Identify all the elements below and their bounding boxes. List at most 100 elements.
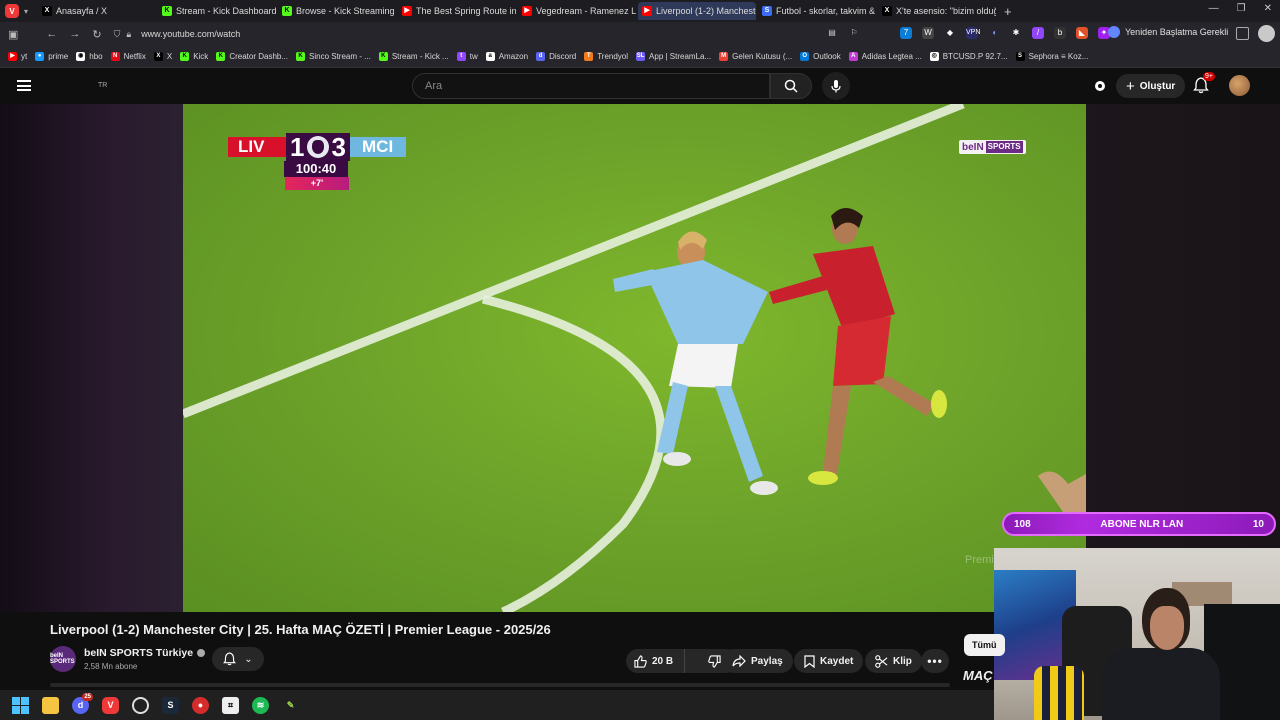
bookmark-item[interactable]: M Gelen Kutusu (... [719, 52, 792, 61]
close-icon[interactable]: ✕ [1264, 3, 1272, 14]
tab-youtube-vegedream[interactable]: ▶ Vegedream - Ramenez La C [518, 2, 636, 20]
clip-button[interactable]: Klip [865, 649, 922, 673]
search-input[interactable] [413, 74, 769, 98]
bookmark-item[interactable]: K Creator Dashb... [216, 52, 288, 61]
more-actions-button[interactable]: ••• [921, 649, 949, 673]
extensions-grid-icon[interactable] [1236, 27, 1249, 40]
scissors-icon [875, 654, 888, 668]
tab-label: Anasayfa / X [56, 6, 108, 16]
discord-taskbar-icon[interactable]: d 25 [72, 692, 93, 714]
bookmark-favicon-icon: X [153, 52, 163, 61]
bookmark-item[interactable]: ◎ BTCUSD.P 92.7... [929, 52, 1008, 61]
chip-all[interactable]: Tümü [964, 634, 1005, 656]
windows-taskbar: d 25 V S ● ⌗ ≋ ✎ [0, 690, 994, 720]
fox-extension-icon[interactable]: ◣ [1076, 27, 1088, 39]
bookmark-item[interactable]: ● prime [35, 52, 68, 61]
reload-icon[interactable]: ↻ [92, 28, 101, 41]
extension-gear-icon[interactable] [1092, 78, 1108, 99]
channel-avatar[interactable]: beIN SPORTS [50, 646, 76, 672]
sub-goal-current: 108 [1014, 518, 1031, 530]
minimize-icon[interactable]: — [1209, 3, 1219, 14]
hamburger-menu-icon[interactable] [17, 80, 31, 91]
match-clock: 100:40 [284, 161, 348, 177]
like-button[interactable]: 20 B [626, 649, 686, 673]
vivaldi-taskbar-icon[interactable]: V [102, 696, 119, 714]
sub-goal-label: ABONE NLR LAN [1100, 518, 1184, 530]
bookmark-item[interactable]: d Discord [536, 52, 576, 61]
file-explorer-icon[interactable] [42, 696, 59, 714]
bookmark-item[interactable]: S Sephora ≡ Koz... [1015, 52, 1088, 61]
chevron-down-icon[interactable]: ▾ [24, 7, 28, 16]
capcut-taskbar-icon[interactable]: ⌗ [222, 696, 239, 714]
bookmark-favicon-icon: a [485, 52, 495, 61]
profile-avatar[interactable] [1258, 25, 1275, 42]
tab-kick-browse[interactable]: K Browse - Kick Streaming [278, 2, 396, 20]
wayback-extension-icon[interactable]: W [922, 27, 934, 39]
pen-app-taskbar-icon[interactable]: ✎ [282, 697, 299, 714]
restart-label: Yeniden Başlatma Gerekli [1125, 27, 1229, 37]
create-button[interactable]: + Oluştur [1116, 74, 1186, 98]
tab-youtube-liverpool[interactable]: ▶ Liverpool (1-2) Manchester [638, 2, 757, 20]
bookmark-favicon-icon: K [378, 52, 388, 61]
bookmark-item[interactable]: t tw [456, 52, 478, 61]
bell-icon [223, 652, 237, 666]
tab-kick-dashboard[interactable]: K Stream - Kick Dashboard [158, 2, 276, 20]
site-info-icon[interactable]: ⛉ [114, 29, 121, 40]
bookmark-item[interactable]: N Netflix [110, 52, 146, 61]
bookmark-icon[interactable]: ⚐ [848, 27, 860, 39]
twitch-extension-icon[interactable]: / [1032, 27, 1044, 39]
bookmark-item[interactable]: T Trendyol [584, 52, 628, 61]
user-avatar[interactable] [1229, 75, 1250, 96]
search-button[interactable] [770, 73, 812, 99]
translate-extension-icon[interactable]: 7 [900, 27, 912, 39]
audio-extension-icon[interactable]: ◖ [988, 27, 1000, 39]
url-field[interactable]: www.youtube.com/watch [141, 29, 240, 39]
bookmark-item[interactable]: K Kick [180, 52, 208, 61]
vivaldi-menu-icon[interactable]: V [5, 4, 19, 18]
restart-required-button[interactable]: Yeniden Başlatma Gerekli [1108, 26, 1228, 38]
diamond-extension-icon[interactable]: ◆ [944, 27, 956, 39]
reader-view-icon[interactable]: ▤ [826, 27, 838, 39]
save-button[interactable]: Kaydet [794, 649, 864, 673]
vpn-extension-icon[interactable]: VPN [966, 27, 980, 39]
bookmark-item[interactable]: ▶ yt [8, 52, 27, 61]
red-app-taskbar-icon[interactable]: ● [192, 696, 209, 714]
tab-sofascore-futbol[interactable]: S Futbol - skorlar, takvim & c [758, 2, 876, 20]
paw-extension-icon[interactable]: ✱ [1010, 27, 1022, 39]
subscription-bell-button[interactable]: ⌄ [212, 647, 264, 671]
bookmark-favicon-icon: K [296, 52, 306, 61]
share-button[interactable]: Paylaş [722, 649, 793, 673]
bookmark-item[interactable]: XX [153, 52, 172, 61]
betterttv-extension-icon[interactable]: b [1054, 27, 1066, 39]
voice-search-button[interactable] [822, 72, 850, 100]
video-player[interactable]: LIV MCI 1 3 100:40 +7' beIN SPORTS Premi [183, 104, 1086, 612]
spotify-taskbar-icon[interactable]: ≋ [252, 696, 269, 714]
description-box-edge [50, 683, 950, 687]
restart-icon [1108, 26, 1120, 38]
steam-taskbar-icon[interactable]: S [162, 696, 179, 714]
forward-arrow-icon[interactable]: → [69, 28, 80, 40]
bookmark-item[interactable]: K Stream - Kick ... [378, 52, 449, 61]
share-label: Paylaş [751, 655, 783, 667]
channel-name-link[interactable]: beIN SPORTS Türkiye [84, 647, 206, 659]
channel-avatar-text: beIN SPORTS [50, 653, 75, 665]
back-arrow-icon[interactable]: ← [46, 28, 57, 40]
new-tab-plus-icon[interactable]: + [1004, 4, 1012, 19]
tab-x-home[interactable]: X Anasayfa / X [38, 2, 156, 20]
panel-toggle-icon[interactable]: ▣ [8, 28, 18, 41]
windows-start-icon[interactable] [12, 696, 29, 714]
tab-x-asensio[interactable]: X X'te asensio: "bizim olduğu [878, 2, 996, 20]
tab-label: X'te asensio: "bizim olduğu [896, 6, 997, 16]
bookmark-item[interactable]: A Adidas Legtea ... [848, 52, 922, 61]
restore-icon[interactable]: ❐ [1237, 3, 1246, 14]
discord-badge: 25 [82, 692, 93, 701]
bookmark-item[interactable]: ◉ hbo [76, 52, 103, 61]
bookmark-item[interactable]: O Outlook [800, 52, 841, 61]
bookmark-item[interactable]: K Sinco Stream - ... [296, 52, 371, 61]
bookmark-item[interactable]: a Amazon [485, 52, 528, 61]
tab-youtube-spring-route[interactable]: ▶ The Best Spring Route in A [398, 2, 516, 20]
bookmark-label: Trendyol [597, 52, 629, 61]
obs-taskbar-icon[interactable] [132, 696, 149, 714]
bookmark-item[interactable]: SL App | StreamLa... [636, 52, 711, 61]
bookmarks-bar: ▶ yt ● prime ◉ hbo N Netflix X X K Kick K Creator Das… [0, 46, 1280, 68]
